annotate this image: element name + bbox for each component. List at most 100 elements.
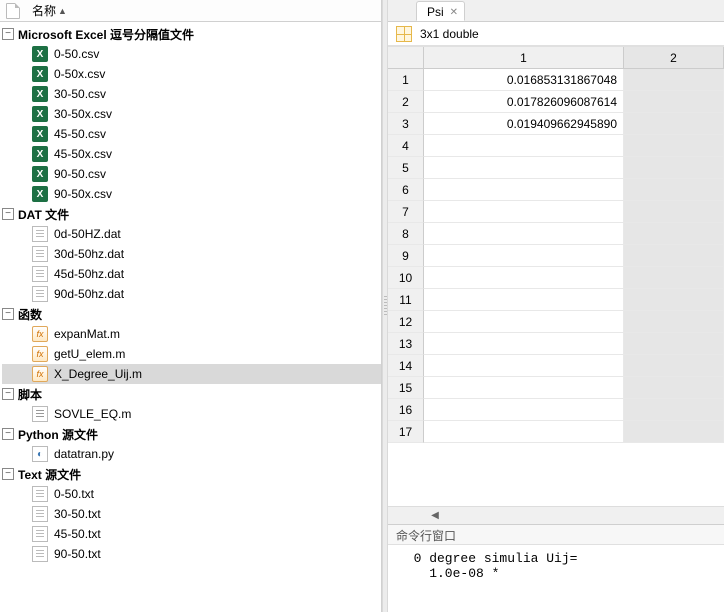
grid-row-header[interactable]: 2 <box>388 91 424 113</box>
grid-cell[interactable] <box>624 289 724 311</box>
grid-col-header[interactable]: 1 <box>424 47 624 69</box>
grid-cell[interactable] <box>624 201 724 223</box>
grid-cell[interactable] <box>424 333 624 355</box>
grid-row: 15 <box>388 377 724 399</box>
tree-item[interactable]: 30-50x.csv <box>2 104 381 124</box>
tree-item[interactable]: 45-50x.csv <box>2 144 381 164</box>
tree-item[interactable]: 0-50.txt <box>2 484 381 504</box>
grid-cell[interactable] <box>624 333 724 355</box>
tree-item-label: 30d-50hz.dat <box>54 247 124 261</box>
grid-cell[interactable] <box>624 69 724 91</box>
grid-row-header[interactable]: 7 <box>388 201 424 223</box>
grid-cell[interactable] <box>624 223 724 245</box>
collapse-icon[interactable]: − <box>2 208 14 220</box>
grid-cell[interactable] <box>424 377 624 399</box>
grid-cell[interactable] <box>424 355 624 377</box>
tree-item[interactable]: X_Degree_Uij.m <box>2 364 381 384</box>
tree-item[interactable]: 0d-50HZ.dat <box>2 224 381 244</box>
tree-item[interactable]: datatran.py <box>2 444 381 464</box>
tree-item[interactable]: 45-50.csv <box>2 124 381 144</box>
grid-row-header[interactable]: 15 <box>388 377 424 399</box>
grid-cell[interactable] <box>624 267 724 289</box>
tree-group[interactable]: −DAT 文件 <box>2 204 381 224</box>
pane-splitter[interactable] <box>382 0 388 612</box>
grid-cell[interactable] <box>424 289 624 311</box>
tree-group[interactable]: −函数 <box>2 304 381 324</box>
tree-item[interactable]: expanMat.m <box>2 324 381 344</box>
grid-row-header[interactable]: 6 <box>388 179 424 201</box>
grid-row-header[interactable]: 13 <box>388 333 424 355</box>
tree-item[interactable]: SOVLE_EQ.m <box>2 404 381 424</box>
grid-row-header[interactable]: 8 <box>388 223 424 245</box>
file-tree[interactable]: −Microsoft Excel 逗号分隔值文件0-50.csv0-50x.cs… <box>0 22 381 612</box>
grid-cell[interactable] <box>624 355 724 377</box>
collapse-icon[interactable]: − <box>2 468 14 480</box>
grid-cell[interactable] <box>624 179 724 201</box>
txt-file-icon <box>32 226 48 242</box>
collapse-icon[interactable]: − <box>2 28 14 40</box>
tree-item[interactable]: 90-50.txt <box>2 544 381 564</box>
command-window-output[interactable]: 0 degree simulia Uij= 1.0e-08 * <box>388 545 724 612</box>
grid-cell[interactable]: 0.019409662945890 <box>424 113 624 135</box>
grid-cell[interactable] <box>624 91 724 113</box>
tree-item[interactable]: 0-50x.csv <box>2 64 381 84</box>
grid-cell[interactable] <box>624 157 724 179</box>
grid-row-header[interactable]: 11 <box>388 289 424 311</box>
grid-cell[interactable] <box>624 311 724 333</box>
collapse-icon[interactable]: − <box>2 428 14 440</box>
tree-group[interactable]: −Python 源文件 <box>2 424 381 444</box>
grid-cell[interactable] <box>424 311 624 333</box>
grid-cell[interactable]: 0.017826096087614 <box>424 91 624 113</box>
grid-cell[interactable] <box>424 157 624 179</box>
tree-item[interactable]: 45-50.txt <box>2 524 381 544</box>
grid-cell[interactable] <box>624 245 724 267</box>
tree-item[interactable]: 45d-50hz.dat <box>2 264 381 284</box>
tree-item[interactable]: 0-50.csv <box>2 44 381 64</box>
tree-item[interactable]: 30d-50hz.dat <box>2 244 381 264</box>
close-icon[interactable]: ✕ <box>450 7 458 18</box>
tree-item[interactable]: 90-50.csv <box>2 164 381 184</box>
grid-row-header[interactable]: 17 <box>388 421 424 443</box>
array-grid[interactable]: 1210.01685313186704820.01782609608761430… <box>388 47 724 506</box>
grid-row-header[interactable]: 1 <box>388 69 424 91</box>
grid-row-header[interactable]: 5 <box>388 157 424 179</box>
file-browser-pane: 名称 ▲ −Microsoft Excel 逗号分隔值文件0-50.csv0-5… <box>0 0 382 612</box>
tree-item[interactable]: getU_elem.m <box>2 344 381 364</box>
grid-row-header[interactable]: 10 <box>388 267 424 289</box>
grid-row-header[interactable]: 9 <box>388 245 424 267</box>
tree-group[interactable]: −Microsoft Excel 逗号分隔值文件 <box>2 24 381 44</box>
grid-cell[interactable] <box>424 201 624 223</box>
variable-tab[interactable]: Psi ✕ <box>416 1 465 21</box>
grid-cell[interactable] <box>424 399 624 421</box>
grid-cell[interactable] <box>424 245 624 267</box>
grid-cell[interactable] <box>424 179 624 201</box>
grid-row-header[interactable]: 3 <box>388 113 424 135</box>
grid-row-header[interactable]: 14 <box>388 355 424 377</box>
tree-group[interactable]: −Text 源文件 <box>2 464 381 484</box>
grid-row-header[interactable]: 12 <box>388 311 424 333</box>
grid-col-header[interactable]: 2 <box>624 47 724 69</box>
file-browser-header[interactable]: 名称 ▲ <box>0 0 381 22</box>
tree-item[interactable]: 90-50x.csv <box>2 184 381 204</box>
collapse-icon[interactable]: − <box>2 388 14 400</box>
horizontal-scrollbar[interactable]: ◀ <box>388 506 724 524</box>
grid-cell[interactable] <box>424 421 624 443</box>
grid-cell[interactable] <box>424 135 624 157</box>
grid-row-header[interactable]: 4 <box>388 135 424 157</box>
grid-cell[interactable] <box>624 399 724 421</box>
collapse-icon[interactable]: − <box>2 308 14 320</box>
grid-cell[interactable] <box>424 267 624 289</box>
tree-item[interactable]: 30-50.csv <box>2 84 381 104</box>
excel-file-icon <box>32 126 48 142</box>
grid-cell[interactable] <box>624 113 724 135</box>
grid-cell[interactable]: 0.016853131867048 <box>424 69 624 91</box>
scroll-left-icon[interactable]: ◀ <box>428 509 442 523</box>
grid-row-header[interactable]: 16 <box>388 399 424 421</box>
tree-group[interactable]: −脚本 <box>2 384 381 404</box>
grid-cell[interactable] <box>424 223 624 245</box>
grid-cell[interactable] <box>624 135 724 157</box>
tree-item[interactable]: 30-50.txt <box>2 504 381 524</box>
tree-item[interactable]: 90d-50hz.dat <box>2 284 381 304</box>
grid-cell[interactable] <box>624 377 724 399</box>
grid-cell[interactable] <box>624 421 724 443</box>
